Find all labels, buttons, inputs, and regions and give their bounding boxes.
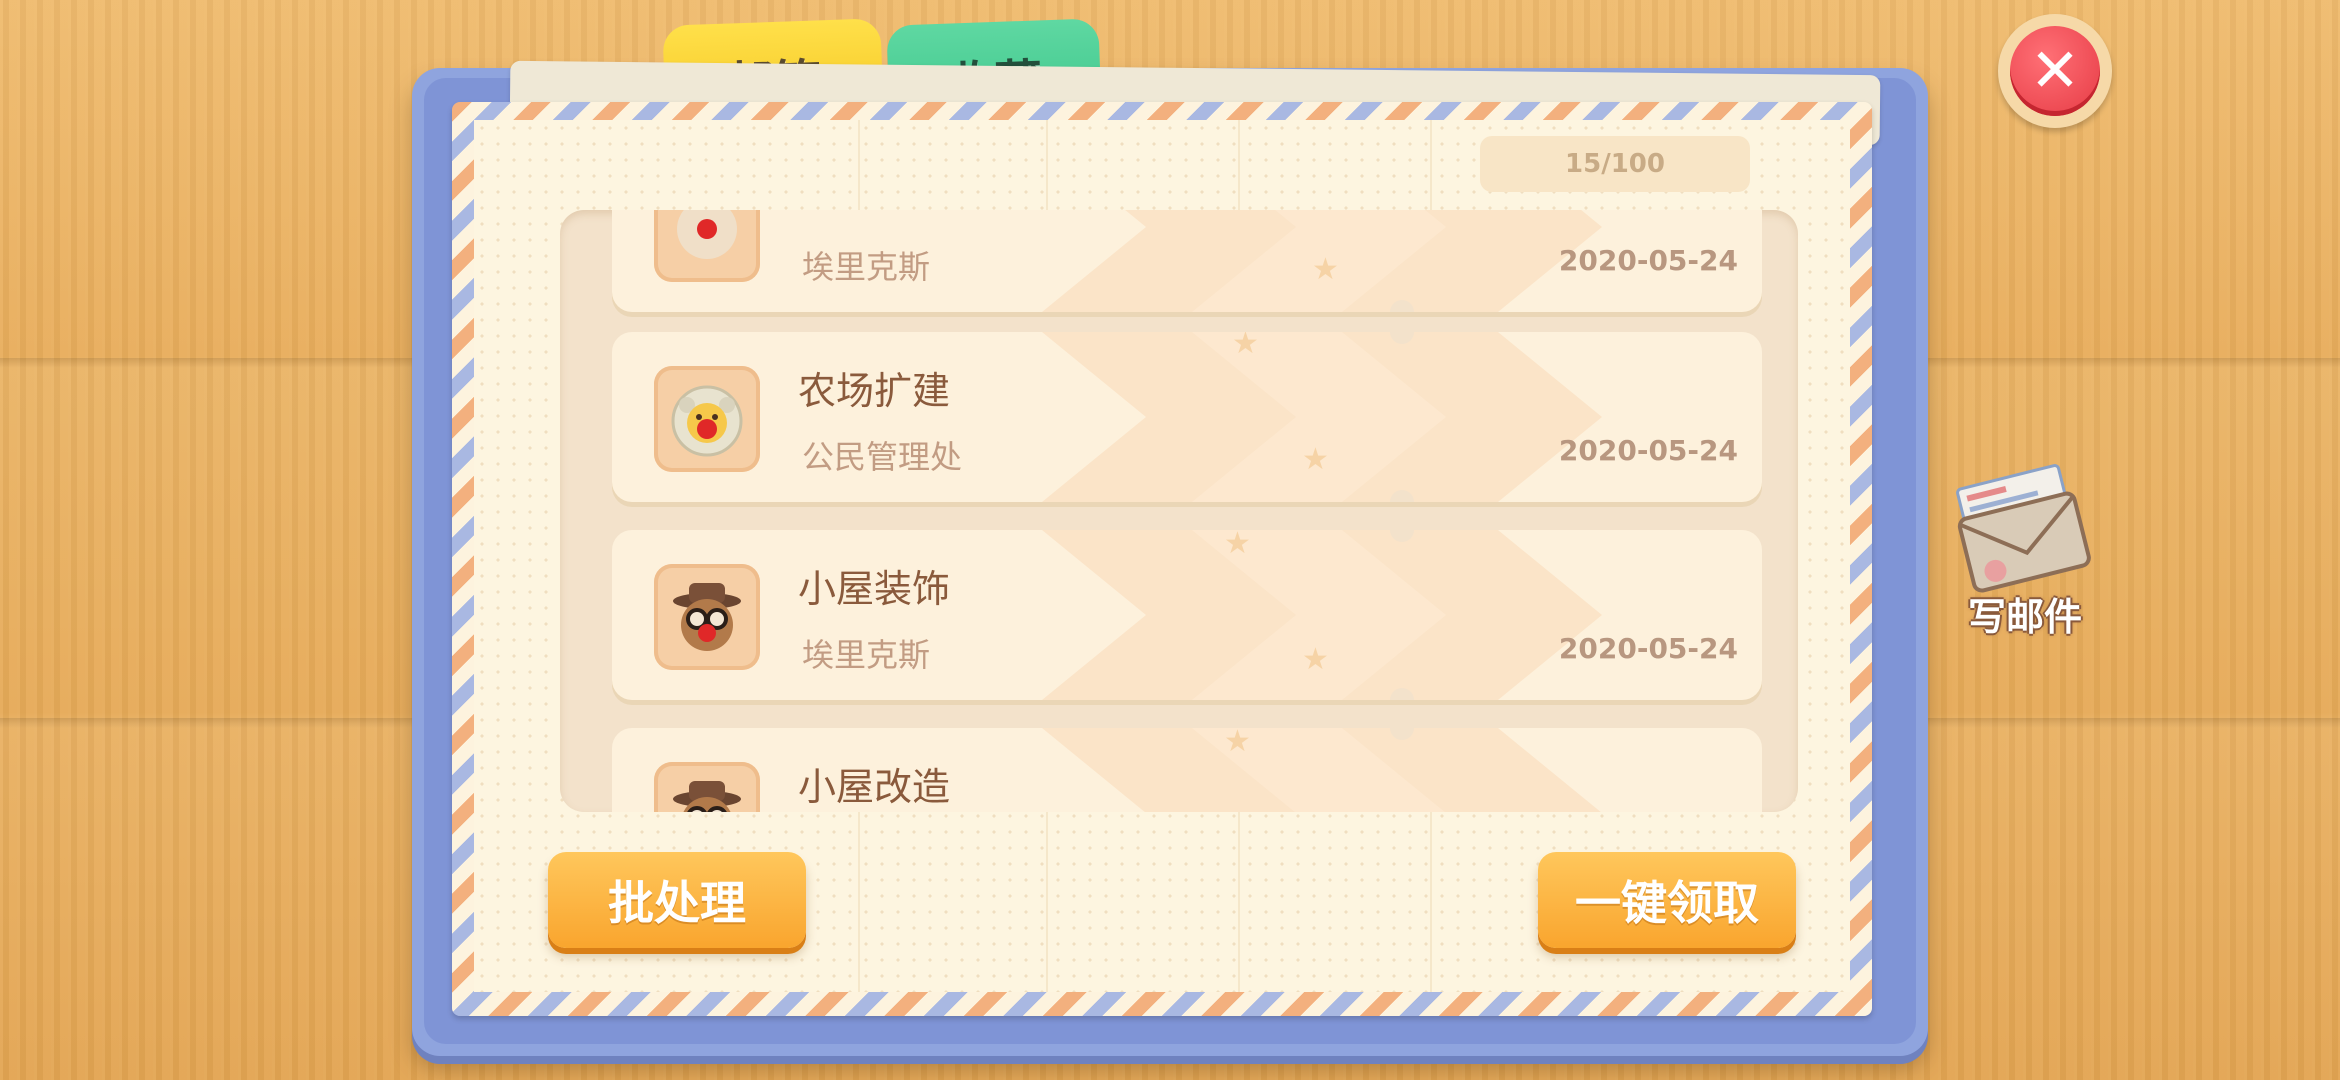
write-mail-button[interactable]: 写邮件 — [1948, 456, 2108, 646]
mail-item[interactable]: ★ ★ 农场扩建 公民管理处 2020-05-24 — [612, 332, 1762, 502]
write-mail-label: 写邮件 — [1968, 595, 2083, 639]
mail-title: 小屋装饰 — [798, 567, 951, 611]
hat-glasses-clown-avatar-icon — [654, 762, 760, 812]
mail-date: 2020-05-24 — [1558, 632, 1738, 665]
sheep-clown-avatar-icon — [654, 366, 760, 472]
mail-item[interactable]: ★ 小屋改造 — [612, 728, 1762, 812]
claim-all-label: 一键领取 — [1575, 876, 1759, 930]
mail-date: 2020-05-24 — [1558, 434, 1738, 467]
mail-date: 2020-05-24 — [1558, 244, 1738, 277]
mail-title: 小屋改造 — [798, 765, 951, 809]
mail-sender: 埃里克斯 — [802, 248, 931, 286]
mail-sender: 公民管理处 — [802, 438, 963, 476]
hat-glasses-clown-avatar-icon — [654, 564, 760, 670]
mail-count-text: 15/100 — [1565, 149, 1665, 179]
close-button[interactable]: ✕ — [1998, 14, 2112, 128]
mail-list[interactable]: ★ 埃里克斯 2020-05-24 ★ ★ 农场扩建 公民管理处 2020-05… — [560, 210, 1798, 812]
mail-count-badge: 15/100 — [1480, 136, 1750, 192]
mail-item[interactable]: ★ ★ 小屋装饰 埃里克斯 2020-05-24 — [612, 530, 1762, 700]
mail-item[interactable]: ★ 埃里克斯 2020-05-24 — [612, 210, 1762, 312]
clown-avatar-icon — [654, 210, 760, 282]
mail-title: 农场扩建 — [798, 369, 951, 413]
claim-all-button[interactable]: 一键领取 — [1538, 852, 1796, 948]
mail-sender: 埃里克斯 — [802, 636, 931, 674]
envelope-icon — [1956, 464, 2091, 593]
batch-process-button[interactable]: 批处理 — [548, 852, 806, 948]
close-icon: ✕ — [2010, 26, 2100, 116]
batch-process-label: 批处理 — [608, 876, 746, 930]
